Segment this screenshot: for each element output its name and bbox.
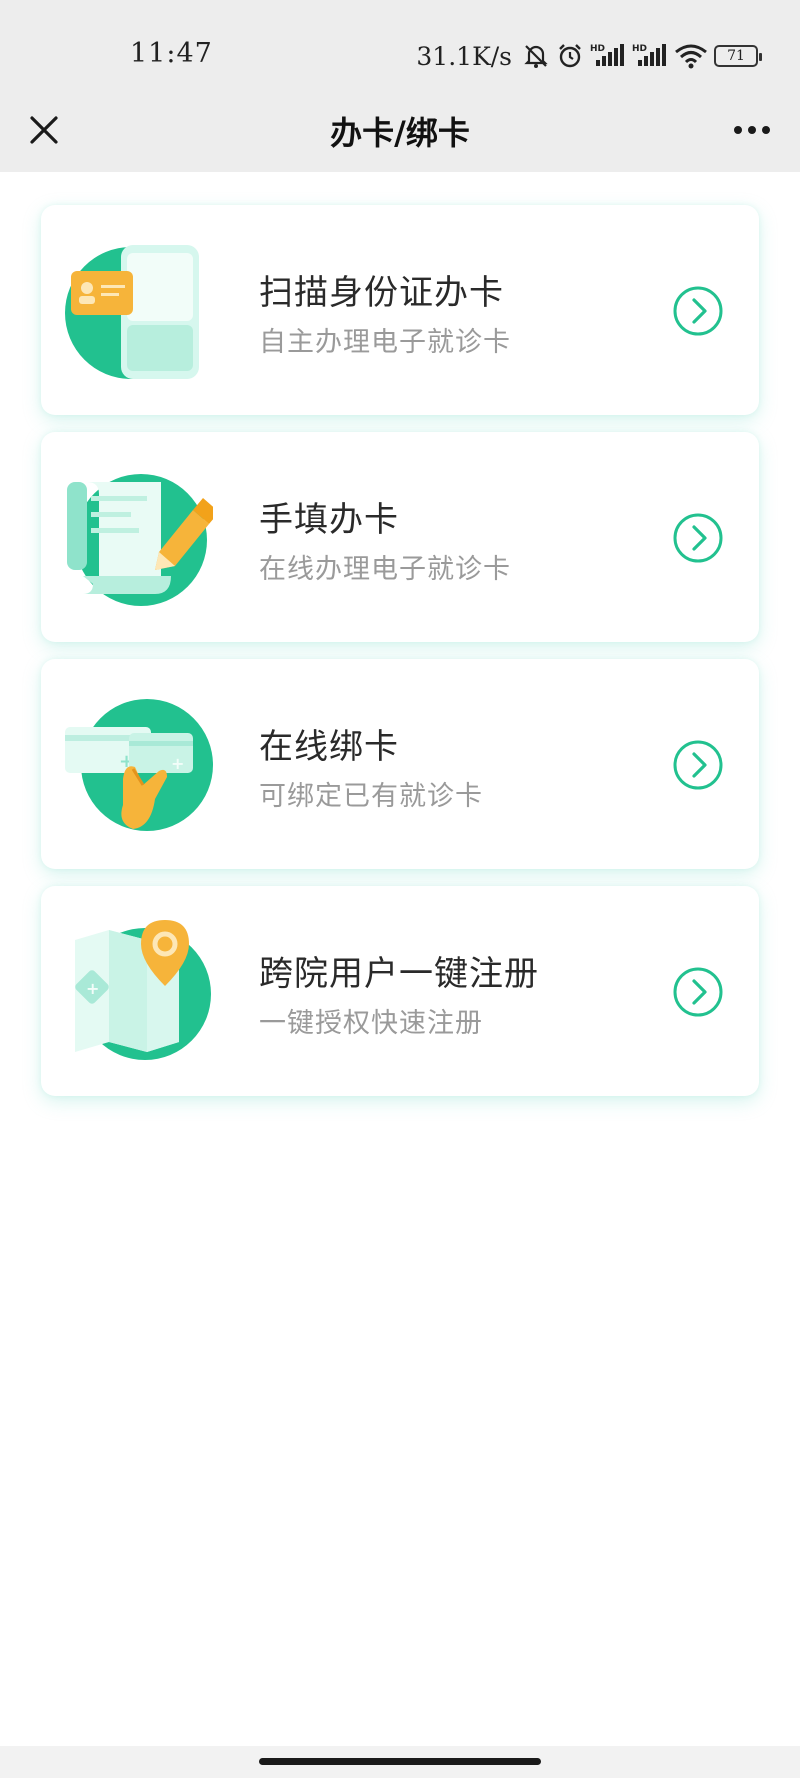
chevron-right-icon[interactable] (672, 512, 724, 564)
chevron-right-icon[interactable] (672, 285, 724, 337)
form-pencil-illustration (63, 460, 219, 610)
bind-card-online-option[interactable]: + + 在线绑卡 可绑定已有就诊卡 (41, 659, 759, 869)
card-option-list: 扫描身份证办卡 自主办理电子就诊卡 手填办卡 在线办理电子就诊卡 + + 在线绑… (41, 205, 759, 1113)
home-indicator-bar[interactable] (259, 1758, 541, 1765)
svg-text:HD: HD (590, 44, 605, 54)
id-card-scan-illustration (63, 233, 213, 383)
svg-text:+: + (86, 979, 99, 998)
card-title: 在线绑卡 (259, 727, 399, 767)
chevron-right-icon[interactable] (672, 966, 724, 1018)
alarm-icon (556, 42, 584, 70)
home-indicator-area (0, 1746, 800, 1778)
manual-fill-card-option[interactable]: 手填办卡 在线办理电子就诊卡 (41, 432, 759, 642)
wifi-icon (674, 42, 708, 70)
more-icon[interactable] (730, 110, 774, 150)
cross-hospital-register-option[interactable]: + 跨院用户一键注册 一键授权快速注册 (41, 886, 759, 1096)
card-title: 扫描身份证办卡 (259, 273, 504, 313)
card-subtitle: 自主办理电子就诊卡 (259, 327, 511, 358)
bell-muted-icon (522, 42, 550, 70)
map-pin-illustration: + (63, 914, 213, 1064)
battery-icon: 71 (714, 45, 762, 67)
card-subtitle: 可绑定已有就诊卡 (259, 781, 483, 812)
battery-level: 71 (727, 48, 745, 64)
card-tap-illustration: + + (63, 687, 213, 837)
nav-bar: 办卡/绑卡 (0, 90, 800, 172)
status-time: 11:47 (130, 38, 213, 69)
page-title: 办卡/绑卡 (330, 114, 470, 152)
scan-id-card-option[interactable]: 扫描身份证办卡 自主办理电子就诊卡 (41, 205, 759, 415)
chevron-right-icon[interactable] (672, 739, 724, 791)
hd-signal-icon: HD (632, 42, 668, 70)
card-title: 手填办卡 (259, 500, 399, 540)
status-icons: 31.1K/s HD HD 71 (416, 36, 762, 76)
card-title: 跨院用户一键注册 (259, 954, 539, 994)
svg-text:HD: HD (632, 44, 647, 54)
hd-signal-icon: HD (590, 42, 626, 70)
card-subtitle: 一键授权快速注册 (259, 1008, 483, 1039)
card-subtitle: 在线办理电子就诊卡 (259, 554, 511, 585)
svg-text:+: + (171, 754, 184, 773)
network-speed: 31.1K/s (416, 41, 512, 71)
